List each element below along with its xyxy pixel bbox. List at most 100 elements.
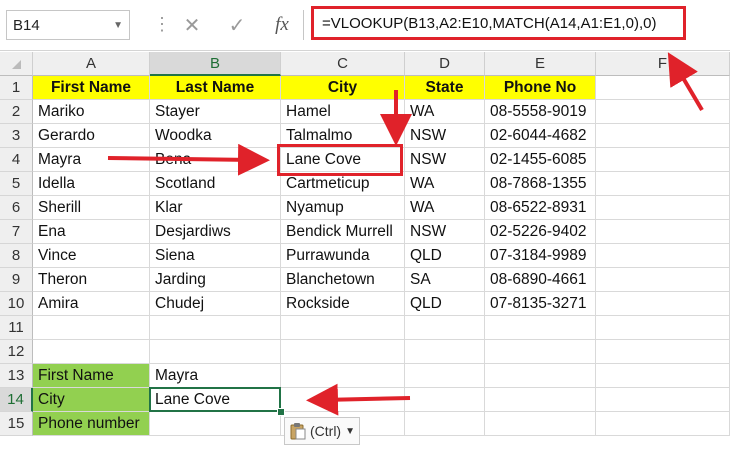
cell-c13[interactable] [281,364,405,388]
row-header-9[interactable]: 9 [0,268,33,292]
table-cell[interactable]: 08-6890-4661 [485,268,596,292]
table-cell[interactable]: Siena [150,244,281,268]
chevron-down-icon[interactable]: ▼ [113,20,123,31]
close-icon[interactable]: ✕ [175,10,209,40]
column-header-e[interactable]: E [485,52,596,76]
table-cell[interactable]: NSW [405,124,485,148]
lookup-value-cell[interactable]: Mayra [150,364,281,388]
check-icon[interactable]: ✓ [220,10,254,40]
table-cell[interactable]: Jarding [150,268,281,292]
table-cell[interactable]: Chudej [150,292,281,316]
row-header-4[interactable]: 4 [0,148,33,172]
table-header-cell[interactable]: Phone No [485,76,596,100]
table-cell[interactable]: Idella [33,172,150,196]
table-cell[interactable]: 02-5226-9402 [485,220,596,244]
table-cell[interactable]: NSW [405,220,485,244]
fill-handle[interactable] [277,408,285,416]
row-header-12[interactable]: 12 [0,340,33,364]
table-cell[interactable]: Rockside [281,292,405,316]
table-cell[interactable]: Blanchetown [281,268,405,292]
table-cell[interactable]: QLD [405,292,485,316]
cell-e15[interactable] [485,412,596,436]
row-header-11[interactable]: 11 [0,316,33,340]
row-header-15[interactable]: 15 [0,412,33,436]
table-cell[interactable]: Mayra [33,148,150,172]
table-cell[interactable]: 08-7868-1355 [485,172,596,196]
table-header-cell[interactable]: City [281,76,405,100]
cell-f5[interactable] [596,172,730,196]
table-cell[interactable]: 08-5558-9019 [485,100,596,124]
table-cell[interactable]: Desjardiws [150,220,281,244]
cell-f2[interactable] [596,100,730,124]
lookup-value-cell[interactable] [150,412,281,436]
table-cell[interactable]: Vince [33,244,150,268]
name-box[interactable]: B14 ▼ [6,10,130,40]
paste-options-button[interactable]: (Ctrl) ▼ [284,417,360,445]
table-header-cell[interactable]: State [405,76,485,100]
cell-f3[interactable] [596,124,730,148]
row-header-6[interactable]: 6 [0,196,33,220]
row-header-1[interactable]: 1 [0,76,33,100]
insert-function-icon[interactable]: fx [265,10,299,40]
table-cell[interactable]: Bendick Murrell [281,220,405,244]
lookup-label-cell[interactable]: Phone number [33,412,150,436]
table-cell[interactable]: 07-8135-3271 [485,292,596,316]
table-cell[interactable]: Stayer [150,100,281,124]
table-header-cell[interactable]: First Name [33,76,150,100]
cell-d11[interactable] [405,316,485,340]
cell-f4[interactable] [596,148,730,172]
cell-e11[interactable] [485,316,596,340]
formula-input[interactable]: =VLOOKUP(B13,A2:E10,MATCH(A14,A1:E1,0),0… [311,6,686,40]
row-header-5[interactable]: 5 [0,172,33,196]
cell-a12[interactable] [33,340,150,364]
cell-f1[interactable] [596,76,730,100]
select-all-corner[interactable] [0,52,33,76]
cell-d14[interactable] [405,388,485,412]
column-header-f[interactable]: F [596,52,730,76]
drag-handle-icon[interactable]: ⋮ [153,14,173,35]
cell-f9[interactable] [596,268,730,292]
table-cell[interactable]: 07-3184-9989 [485,244,596,268]
cell-f6[interactable] [596,196,730,220]
row-header-7[interactable]: 7 [0,220,33,244]
cell-f10[interactable] [596,292,730,316]
cell-c11[interactable] [281,316,405,340]
table-cell[interactable]: Hamel [281,100,405,124]
table-cell[interactable]: Amira [33,292,150,316]
table-cell[interactable]: SA [405,268,485,292]
row-header-3[interactable]: 3 [0,124,33,148]
table-cell[interactable]: 02-1455-6085 [485,148,596,172]
table-cell[interactable]: Purrawunda [281,244,405,268]
table-cell[interactable]: WA [405,172,485,196]
cell-c12[interactable] [281,340,405,364]
row-header-2[interactable]: 2 [0,100,33,124]
table-cell[interactable]: NSW [405,148,485,172]
column-header-c[interactable]: C [281,52,405,76]
table-cell[interactable]: Gerardo [33,124,150,148]
cell-d13[interactable] [405,364,485,388]
cell-f7[interactable] [596,220,730,244]
table-cell[interactable]: Ena [33,220,150,244]
cell-d15[interactable] [405,412,485,436]
cell-f14[interactable] [596,388,730,412]
cell-f11[interactable] [596,316,730,340]
cell-b12[interactable] [150,340,281,364]
cell-f8[interactable] [596,244,730,268]
table-cell[interactable]: Klar [150,196,281,220]
column-header-b[interactable]: B [150,52,281,76]
table-cell[interactable]: Mariko [33,100,150,124]
cell-e14[interactable] [485,388,596,412]
table-cell[interactable]: WA [405,100,485,124]
table-cell[interactable]: Scotland [150,172,281,196]
table-cell[interactable]: Sherill [33,196,150,220]
lookup-label-cell[interactable]: First Name [33,364,150,388]
cell-b11[interactable] [150,316,281,340]
cell-a11[interactable] [33,316,150,340]
table-cell[interactable]: QLD [405,244,485,268]
cell-c14[interactable] [281,388,405,412]
row-header-14[interactable]: 14 [0,388,33,412]
table-cell[interactable]: Theron [33,268,150,292]
cell-e13[interactable] [485,364,596,388]
cell-f12[interactable] [596,340,730,364]
cell-f13[interactable] [596,364,730,388]
